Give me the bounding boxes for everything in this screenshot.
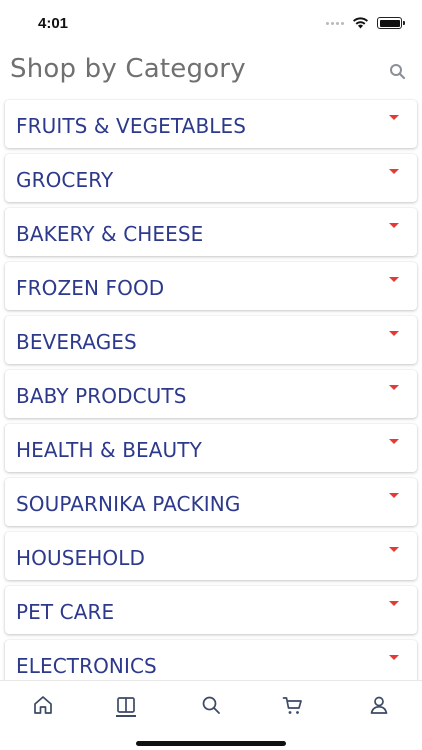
tab-home[interactable] <box>31 693 55 717</box>
user-icon <box>370 696 388 714</box>
page-title: Shop by Category <box>10 54 246 84</box>
category-item[interactable]: BEVERAGES <box>5 316 417 364</box>
category-item[interactable]: ELECTRONICS <box>5 640 417 680</box>
category-label: SOUPARNIKA PACKING <box>16 492 241 516</box>
home-indicator <box>136 741 286 746</box>
category-item[interactable]: BAKERY & CHEESE <box>5 208 417 256</box>
tab-cart[interactable] <box>281 693 305 717</box>
caret-down-icon[interactable] <box>389 493 399 498</box>
category-label: BAKERY & CHEESE <box>16 222 204 246</box>
caret-down-icon[interactable] <box>389 169 399 174</box>
caret-down-icon[interactable] <box>389 115 399 120</box>
active-tab-indicator <box>116 715 136 717</box>
status-time: 4:01 <box>38 15 69 32</box>
caret-down-icon[interactable] <box>389 601 399 606</box>
wifi-icon <box>353 17 368 29</box>
category-list[interactable]: FRUITS & VEGETABLES GROCERY BAKERY & CHE… <box>0 94 422 680</box>
category-label: HEALTH & BEAUTY <box>16 438 202 462</box>
category-label: BEVERAGES <box>16 330 137 354</box>
caret-down-icon[interactable] <box>389 439 399 444</box>
header: Shop by Category <box>0 48 422 94</box>
category-item[interactable]: SOUPARNIKA PACKING <box>5 478 417 526</box>
category-item[interactable]: FROZEN FOOD <box>5 262 417 310</box>
caret-down-icon[interactable] <box>389 385 399 390</box>
search-icon <box>390 64 406 80</box>
status-icons <box>326 17 405 29</box>
category-item[interactable]: HEALTH & BEAUTY <box>5 424 417 472</box>
search-icon <box>202 696 220 714</box>
category-item[interactable]: FRUITS & VEGETABLES <box>5 100 417 148</box>
category-item[interactable]: GROCERY <box>5 154 417 202</box>
category-label: GROCERY <box>16 168 114 192</box>
home-icon <box>34 696 52 714</box>
caret-down-icon[interactable] <box>389 547 399 552</box>
bottom-tab-bar <box>0 680 422 750</box>
category-label: BABY PRODCUTS <box>16 384 187 408</box>
caret-down-icon[interactable] <box>389 223 399 228</box>
book-icon <box>117 697 135 713</box>
status-bar: 4:01 <box>0 0 422 48</box>
tab-categories[interactable] <box>114 693 138 717</box>
category-item[interactable]: PET CARE <box>5 586 417 634</box>
caret-down-icon[interactable] <box>389 655 399 660</box>
battery-icon <box>377 17 405 29</box>
tab-search[interactable] <box>199 693 223 717</box>
caret-down-icon[interactable] <box>389 277 399 282</box>
search-button[interactable] <box>388 62 408 82</box>
category-label: FRUITS & VEGETABLES <box>16 114 247 138</box>
cart-icon <box>282 697 302 714</box>
category-label: FROZEN FOOD <box>16 276 165 300</box>
cellular-signal-icon <box>326 21 344 25</box>
category-item[interactable]: BABY PRODCUTS <box>5 370 417 418</box>
category-label: ELECTRONICS <box>16 654 157 678</box>
category-item[interactable]: HOUSEHOLD <box>5 532 417 580</box>
category-label: PET CARE <box>16 600 115 624</box>
tab-account[interactable] <box>367 693 391 717</box>
category-label: HOUSEHOLD <box>16 546 145 570</box>
caret-down-icon[interactable] <box>389 331 399 336</box>
